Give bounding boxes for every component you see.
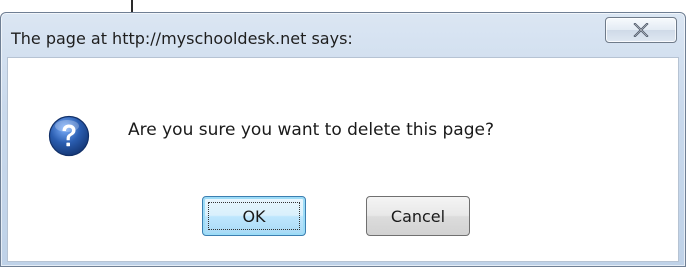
close-icon xyxy=(633,23,649,37)
focus-ring xyxy=(208,202,300,230)
cancel-button-label: Cancel xyxy=(390,206,446,226)
dialog-title: The page at http://myschooldesk.net says… xyxy=(11,29,353,48)
ok-button[interactable]: OK xyxy=(202,196,306,236)
close-button[interactable] xyxy=(605,17,677,43)
dialog-body: Are you sure you want to delete this pag… xyxy=(7,57,679,262)
dialog-titlebar[interactable]: The page at http://myschooldesk.net says… xyxy=(1,13,685,57)
question-icon xyxy=(48,115,90,157)
dialog-message: Are you sure you want to delete this pag… xyxy=(128,120,494,140)
cancel-button[interactable]: Cancel xyxy=(366,196,470,236)
alert-dialog: The page at http://myschooldesk.net says… xyxy=(0,12,686,267)
